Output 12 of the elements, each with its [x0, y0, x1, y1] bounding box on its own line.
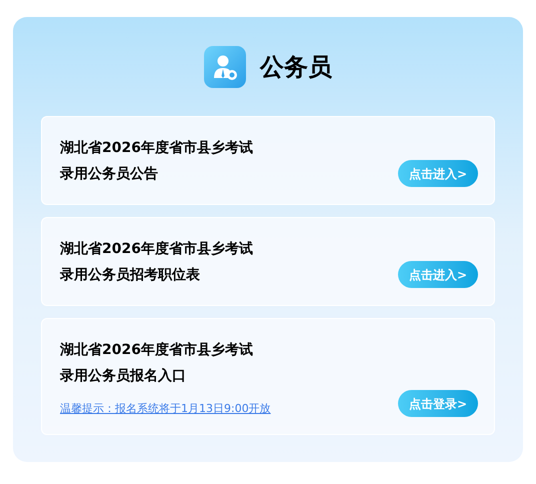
- enter-button[interactable]: 点击进入>: [398, 160, 478, 187]
- person-icon: [204, 46, 246, 88]
- card-title: 录用公务员公告: [60, 165, 158, 184]
- card-title: 湖北省2026年度省市县乡考试: [60, 340, 253, 360]
- page-title: 公务员: [260, 52, 332, 83]
- notice-link[interactable]: 温馨提示：报名系统将于1月13日9:00开放: [60, 401, 271, 417]
- enter-button[interactable]: 点击进入>: [398, 261, 478, 288]
- login-button[interactable]: 点击登录>: [398, 390, 478, 417]
- card-title: 湖北省2026年度省市县乡考试: [60, 240, 253, 259]
- card-title: 录用公务员招考职位表: [60, 266, 200, 285]
- card-title: 湖北省2026年度省市县乡考试: [60, 138, 253, 158]
- card-title: 录用公务员报名入口: [60, 367, 186, 386]
